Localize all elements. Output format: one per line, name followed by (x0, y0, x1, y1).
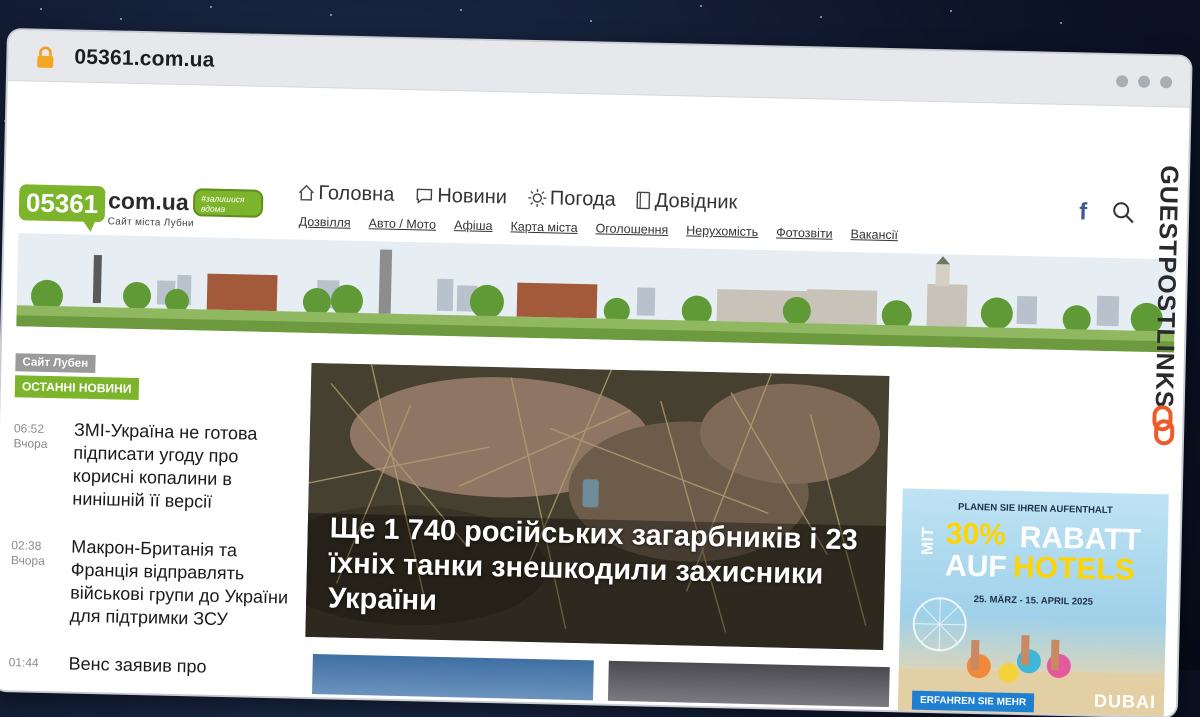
news-time: 01:44 (8, 655, 38, 671)
news-item[interactable]: 01:44 Венс заявив про (8, 651, 299, 698)
news-title[interactable]: ЗМІ-Україна не готова підписати угоду пр… (72, 419, 302, 516)
ad-hotels: HOTELS (1012, 550, 1136, 587)
subnav-link[interactable]: Фотозвіти (776, 225, 833, 240)
nav-item-weather[interactable]: Погода (527, 185, 616, 213)
badge-line: вдома (200, 203, 226, 214)
news-time: 02:38 Вчора (11, 538, 46, 569)
site-logo[interactable]: 05361 com.ua Сайт міста Лубни #залишися … (18, 184, 269, 238)
featured-article[interactable]: Ще 1 740 російських загарбників і 23 їхн… (305, 362, 890, 650)
subnav-link[interactable]: Карта міста (510, 219, 577, 235)
article-thumbnail[interactable] (312, 654, 594, 701)
main-navigation: Головна Новини Погода Довідник (297, 180, 758, 216)
logo-bubble-tail (80, 217, 97, 233)
news-item[interactable]: 06:52 Вчора ЗМІ-Україна не готова підпис… (12, 417, 304, 514)
nav-item-news[interactable]: Новини (414, 182, 507, 210)
web-page: 05361 com.ua Сайт міста Лубни #залишися … (0, 80, 1190, 717)
news-day: Вчора (13, 436, 48, 451)
hotel-advertisement[interactable]: PLANEN SIE IHREN AUFENTHALT MIT 30% RABA… (897, 488, 1169, 717)
subnav-link[interactable]: Оголошення (595, 221, 668, 237)
news-title[interactable]: Макрон-Британія та Франція відправлять в… (69, 536, 299, 633)
news-time-value: 06:52 (13, 421, 45, 436)
article-thumbnail[interactable] (607, 660, 890, 708)
logo-number: 05361 (18, 184, 106, 223)
home-icon (298, 184, 314, 201)
ad-learn-more-button[interactable]: ERFAHREN SIE MEHR (911, 690, 1035, 713)
nav-item-label: Головна (318, 181, 395, 206)
nav-item-home[interactable]: Головна (297, 180, 395, 208)
ad-percent: 30% (945, 517, 1007, 552)
ad-auf: AUF (944, 549, 1008, 584)
nav-item-label: Погода (549, 186, 617, 211)
facebook-icon[interactable]: f (1079, 198, 1088, 226)
subnav-link[interactable]: Афіша (454, 218, 493, 233)
featured-article-title[interactable]: Ще 1 740 російських загарбників і 23 їхн… (328, 511, 860, 628)
ad-mit: MIT (919, 527, 937, 556)
stay-home-badge: #залишися вдома (192, 188, 264, 218)
logo-domain: com.ua (107, 187, 189, 216)
latest-news-heading: ОСТАННІ НОВИНИ (14, 375, 139, 401)
city-panorama-banner (16, 233, 1177, 353)
subnav-link[interactable]: Нерухомість (686, 223, 758, 239)
guestpostlinks-watermark: GUESTPOSTLINKS (1144, 165, 1187, 456)
nav-item-label: Новини (437, 184, 508, 208)
nav-item-directory[interactable]: Довідник (635, 187, 738, 215)
link-chain-icon (1152, 405, 1175, 446)
search-icon[interactable] (1111, 200, 1136, 225)
browser-window: 05361.com.ua 05361 com.ua Сайт міста Луб… (0, 30, 1191, 717)
subnav-link[interactable]: Авто / Мото (368, 216, 436, 232)
news-time-value: 01:44 (8, 655, 39, 670)
subnav-link[interactable]: Дозвілля (299, 215, 351, 230)
news-title[interactable]: Венс заявив про (68, 653, 296, 681)
logo-subtitle: Сайт міста Лубни (107, 216, 194, 230)
window-dot-icon[interactable] (1115, 75, 1129, 88)
chat-icon (416, 188, 433, 204)
watermark-text: GUESTPOSTLINKS (1149, 165, 1184, 409)
subnav-link[interactable]: Вакансії (850, 227, 898, 242)
sun-icon (527, 189, 546, 208)
news-time: 06:52 Вчора (13, 421, 48, 452)
lock-icon (37, 46, 54, 68)
address-bar-url[interactable]: 05361.com.ua (74, 45, 215, 72)
window-dot-icon[interactable] (1137, 75, 1151, 88)
window-controls (1106, 74, 1173, 93)
news-item[interactable]: 02:38 Вчора Макрон-Британія та Франція в… (9, 534, 301, 641)
book-icon (636, 191, 651, 210)
sub-navigation: Дозвілля Авто / Мото Афіша Карта міста О… (299, 215, 917, 243)
site-tag: Сайт Лубен (15, 353, 96, 374)
news-time-value: 02:38 (11, 538, 42, 553)
news-day: Вчора (10, 553, 46, 568)
nav-item-label: Довідник (654, 189, 738, 214)
ad-brand: DUBAI (1093, 690, 1157, 713)
window-dot-icon[interactable] (1159, 76, 1173, 89)
